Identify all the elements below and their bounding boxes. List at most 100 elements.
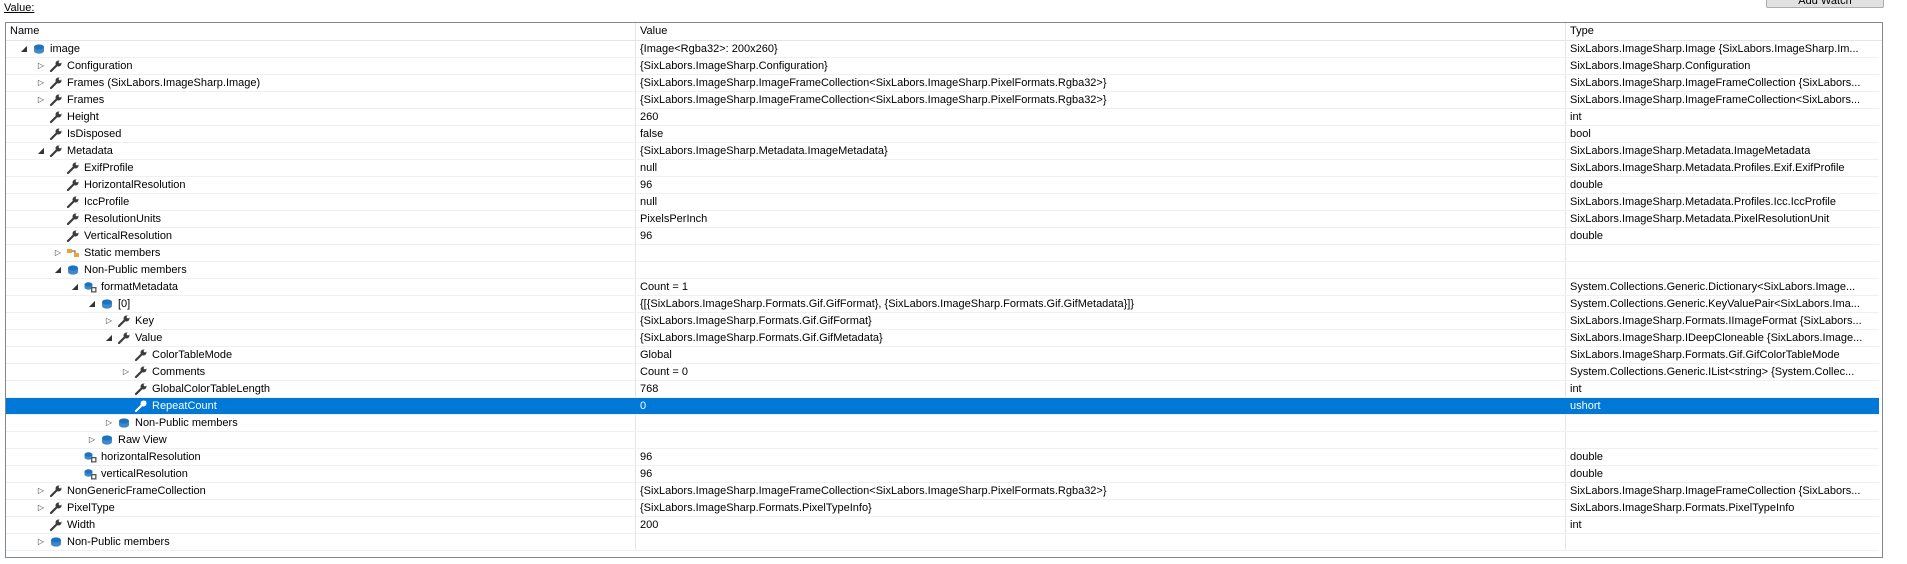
tree-row[interactable]: ▷ Raw View [6,432,1879,449]
tree-row[interactable]: ◢ Non-Public members [6,262,1879,279]
tree-row[interactable]: HorizontalResolution 96 double [6,177,1879,194]
value-cell[interactable] [636,534,1566,550]
collapse-triangle-icon[interactable]: ◢ [52,262,64,278]
tree-row[interactable]: IccProfile null SixLabors.ImageSharp.Metad… [6,194,1879,211]
name-cell[interactable]: Height [6,109,636,125]
value-cell[interactable]: {SixLabors.ImageSharp.Formats.Gif.GifMet… [636,330,1566,346]
name-cell[interactable]: ▷ Non-Public members [6,415,636,431]
tree-row[interactable]: RepeatCount 0 ushort [6,398,1879,415]
value-cell[interactable]: {SixLabors.ImageSharp.ImageFrameCollecti… [636,75,1566,91]
name-cell[interactable]: ◢ image [6,41,636,57]
tree-row[interactable]: GlobalColorTableLength 768 int [6,381,1879,398]
name-cell[interactable]: ▷ Configuration [6,58,636,74]
value-cell[interactable]: {SixLabors.ImageSharp.ImageFrameCollecti… [636,483,1566,499]
expand-triangle-icon[interactable]: ▷ [35,92,47,108]
value-cell[interactable]: null [636,160,1566,176]
tree-row[interactable]: ▷ Configuration {SixLabors.ImageSharp.Conf… [6,58,1879,75]
value-cell[interactable]: 96 [636,466,1566,482]
name-cell[interactable]: ▷ Frames [6,92,636,108]
name-cell[interactable]: ◢ Value [6,330,636,346]
collapse-triangle-icon[interactable]: ◢ [86,296,98,312]
expand-triangle-icon[interactable]: ▷ [103,415,115,431]
name-cell[interactable]: ◢ formatMetadata [6,279,636,295]
column-header-type[interactable]: Type [1566,23,1879,40]
value-cell[interactable]: Count = 0 [636,364,1566,380]
tree-row[interactable]: ExifProfile null SixLabors.ImageSharp.Meta… [6,160,1879,177]
expand-triangle-icon[interactable]: ▷ [86,432,98,448]
name-cell[interactable]: ◢ Metadata [6,143,636,159]
value-cell[interactable]: 96 [636,177,1566,193]
name-cell[interactable]: IccProfile [6,194,636,210]
collapse-triangle-icon[interactable]: ◢ [35,143,47,159]
name-cell[interactable]: Width [6,517,636,533]
value-cell[interactable]: 96 [636,228,1566,244]
name-cell[interactable]: GlobalColorTableLength [6,381,636,397]
name-cell[interactable]: ◢ [0] [6,296,636,312]
tree-row[interactable]: ▷ Comments Count = 0 System.Collections.Gen… [6,364,1879,381]
column-header-name[interactable]: Name [6,23,636,40]
value-cell[interactable]: false [636,126,1566,142]
tree-row[interactable]: ColorTableMode Global SixLabors.ImageSharp… [6,347,1879,364]
expand-triangle-icon[interactable]: ▷ [52,245,64,261]
name-cell[interactable]: ResolutionUnits [6,211,636,227]
tree-row[interactable]: ▷ Static members [6,245,1879,262]
value-cell[interactable]: 768 [636,381,1566,397]
collapse-triangle-icon[interactable]: ◢ [103,330,115,346]
value-cell[interactable]: 96 [636,449,1566,465]
value-cell[interactable] [636,262,1566,278]
collapse-triangle-icon[interactable]: ◢ [69,279,81,295]
value-cell[interactable]: PixelsPerInch [636,211,1566,227]
name-cell[interactable]: ▷ PixelType [6,500,636,516]
value-cell[interactable] [636,415,1566,431]
value-cell[interactable]: null [636,194,1566,210]
tree-row[interactable]: ▷ Non-Public members [6,534,1879,551]
expand-triangle-icon[interactable]: ▷ [103,313,115,329]
name-cell[interactable]: ▷ Raw View [6,432,636,448]
name-cell[interactable]: ▷ Comments [6,364,636,380]
tree-row[interactable]: ◢ Value {SixLabors.ImageSharp.Formats.Gif.… [6,330,1879,347]
tree-row[interactable]: ▷ Frames {SixLabors.ImageSharp.ImageFrameC… [6,92,1879,109]
value-cell[interactable] [636,245,1566,261]
name-cell[interactable]: ▷ NonGenericFrameCollection [6,483,636,499]
value-cell[interactable]: 260 [636,109,1566,125]
column-header-value[interactable]: Value [636,23,1566,40]
expand-triangle-icon[interactable]: ▷ [35,483,47,499]
name-cell[interactable]: ▷ Non-Public members [6,534,636,550]
tree-row[interactable]: ▷ NonGenericFrameCollection {SixLabors.Ima… [6,483,1879,500]
value-cell[interactable]: Count = 1 [636,279,1566,295]
tree-row[interactable]: ResolutionUnits PixelsPerInch SixLabors.Im… [6,211,1879,228]
tree-row[interactable]: ◢ image {Image<Rgba32>: 200x260} SixLabors.… [6,41,1879,58]
tree-row[interactable]: ◢ [0] {[{SixLabors.ImageSharp.Formats.Gif.… [6,296,1879,313]
value-cell[interactable]: {SixLabors.ImageSharp.Configuration} [636,58,1566,74]
expand-triangle-icon[interactable]: ▷ [35,534,47,550]
tree-row[interactable]: ▷ Frames (SixLabors.ImageSharp.Image) {Six… [6,75,1879,92]
tree-row[interactable]: Width 200 int [6,517,1879,534]
tree-row[interactable]: ◢ Metadata {SixLabors.ImageSharp.Metadata.… [6,143,1879,160]
name-cell[interactable]: IsDisposed [6,126,636,142]
name-cell[interactable]: ▷ Key [6,313,636,329]
tree-row[interactable]: ▷ PixelType {SixLabors.ImageSharp.Formats.… [6,500,1879,517]
value-cell[interactable]: {Image<Rgba32>: 200x260} [636,41,1566,57]
value-cell[interactable]: {SixLabors.ImageSharp.Formats.Gif.GifFor… [636,313,1566,329]
value-cell[interactable]: {[{SixLabors.ImageSharp.Formats.Gif.GifF… [636,296,1566,312]
name-cell[interactable]: VerticalResolution [6,228,636,244]
name-cell[interactable]: RepeatCount [6,398,636,414]
collapse-triangle-icon[interactable]: ◢ [18,41,30,57]
name-cell[interactable]: horizontalResolution [6,449,636,465]
add-watch-button[interactable]: Add Watch [1766,0,1884,8]
tree-row[interactable]: ▷ Non-Public members [6,415,1879,432]
value-cell[interactable]: Global [636,347,1566,363]
expand-triangle-icon[interactable]: ▷ [35,500,47,516]
expand-triangle-icon[interactable]: ▷ [35,58,47,74]
value-cell[interactable]: {SixLabors.ImageSharp.Formats.PixelTypeI… [636,500,1566,516]
tree-row[interactable]: horizontalResolution 96 double [6,449,1879,466]
tree-row[interactable]: VerticalResolution 96 double [6,228,1879,245]
tree-row[interactable]: IsDisposed false bool [6,126,1879,143]
tree-row[interactable]: ▷ Key {SixLabors.ImageSharp.Formats.Gif.Gi… [6,313,1879,330]
name-cell[interactable]: ▷ Frames (SixLabors.ImageSharp.Image) [6,75,636,91]
name-cell[interactable]: verticalResolution [6,466,636,482]
tree-row[interactable]: verticalResolution 96 double [6,466,1879,483]
name-cell[interactable]: ExifProfile [6,160,636,176]
expand-triangle-icon[interactable]: ▷ [120,364,132,380]
expand-triangle-icon[interactable]: ▷ [35,75,47,91]
